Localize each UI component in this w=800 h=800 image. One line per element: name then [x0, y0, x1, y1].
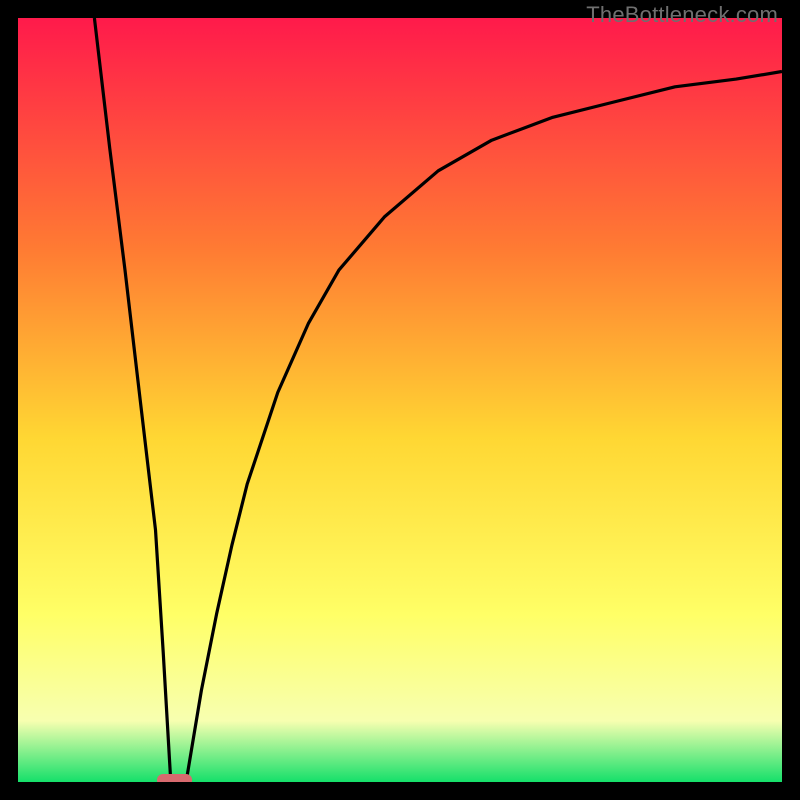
- chart-frame: [18, 18, 782, 782]
- optimal-marker: [157, 774, 192, 782]
- chart-svg: [18, 18, 782, 782]
- gradient-background: [18, 18, 782, 782]
- watermark-text: TheBottleneck.com: [586, 2, 778, 28]
